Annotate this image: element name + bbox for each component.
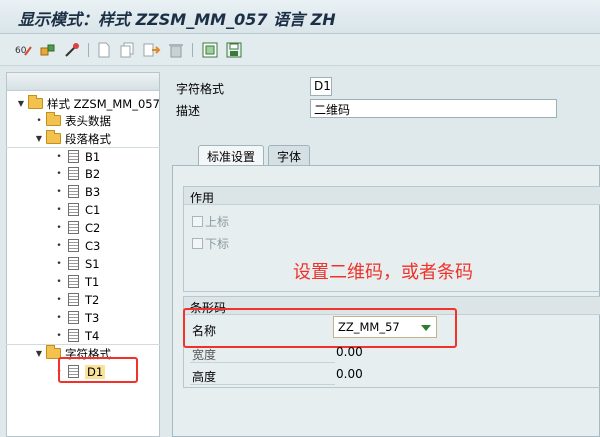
tree-header: [7, 73, 159, 91]
delete-icon[interactable]: [166, 40, 186, 60]
tree-item-paragraph[interactable]: • T4: [54, 327, 99, 344]
barcode-height-label: 高度: [192, 370, 217, 384]
application-toolbar: 60: [0, 34, 600, 66]
tree-item-label: B1: [85, 149, 101, 164]
barcode-width-label: 宽度: [192, 348, 217, 362]
transfer-icon[interactable]: [142, 40, 162, 60]
title-bar: 显示模式：样式 ZZSM_MM_057 语言 ZH: [0, 0, 600, 34]
tree-item-label: B2: [85, 166, 101, 181]
tree-item-paragraph[interactable]: • C3: [54, 237, 100, 254]
document-icon: [68, 311, 79, 324]
checkbox-icon: [192, 238, 203, 249]
char-format-field[interactable]: D1: [310, 77, 332, 96]
checkbox-icon: [192, 216, 203, 227]
desc-field[interactable]: 二维码: [310, 99, 557, 118]
tree-item-label: T3: [85, 310, 100, 325]
char-format-label: 字符格式: [176, 82, 225, 96]
frame-icon[interactable]: [200, 40, 220, 60]
highlight-box-barcode-name: [183, 308, 457, 348]
barcode-width-value: 0.00: [336, 345, 363, 359]
activate-icon[interactable]: [38, 40, 58, 60]
tree-item-label: B3: [85, 184, 101, 199]
subscript-checkbox[interactable]: 下标: [192, 235, 229, 252]
document-icon: [68, 203, 79, 216]
tree-item-paragraph[interactable]: • B1: [54, 148, 100, 165]
tree-item-paragraph[interactable]: • T2: [54, 291, 99, 308]
highlight-box-d1: [58, 357, 138, 383]
desc-label: 描述: [176, 104, 201, 118]
collapse-icon[interactable]: ▼: [34, 134, 44, 143]
wand-icon[interactable]: [62, 40, 82, 60]
tree-item-paragraph[interactable]: • S1: [54, 255, 100, 272]
tree-item-label: S1: [85, 256, 100, 271]
settings-panel: 作用 条形码: [172, 165, 600, 437]
copy-icon[interactable]: [118, 40, 138, 60]
tree-item-label: 表头数据: [65, 113, 111, 128]
folder-icon: [46, 112, 61, 126]
tree-root[interactable]: ▼ 样式 ZZSM_MM_057: [16, 95, 160, 112]
document-icon: [68, 185, 79, 198]
tree-item-paragraph[interactable]: • C1: [54, 201, 100, 218]
document-icon: [68, 329, 79, 342]
folder-icon: [28, 95, 43, 109]
tree-item-label: C1: [85, 202, 101, 217]
subscript-label: 下标: [205, 237, 230, 251]
tree-item-label: T1: [85, 274, 100, 289]
folder-icon: [46, 130, 61, 144]
tree-item-paragraph[interactable]: • T1: [54, 273, 99, 290]
tab-font[interactable]: 字体: [268, 145, 311, 165]
tree-item-paragraph[interactable]: • B3: [54, 183, 100, 200]
document-icon: [68, 150, 79, 163]
superscript-label: 上标: [205, 215, 230, 229]
save-icon[interactable]: [224, 40, 244, 60]
tree-item-paragraph-formats[interactable]: ▼ 段落格式: [34, 130, 111, 147]
display-change-icon[interactable]: 60: [14, 40, 34, 60]
tree-item-paragraph[interactable]: • T3: [54, 309, 99, 326]
usage-group-title: 作用: [184, 187, 600, 205]
document-icon: [68, 293, 79, 306]
tree-item-header-data[interactable]: • 表头数据: [34, 112, 111, 129]
superscript-checkbox[interactable]: 上标: [192, 213, 229, 230]
document-icon: [68, 239, 79, 252]
tree-item-label: T4: [85, 328, 100, 343]
collapse-icon[interactable]: ▼: [16, 99, 26, 108]
tree-item-label: T2: [85, 292, 100, 307]
document-icon: [68, 221, 79, 234]
tree-item-label: C2: [85, 220, 101, 235]
tree-item-paragraph[interactable]: • B2: [54, 165, 100, 182]
collapse-icon[interactable]: ▼: [34, 349, 44, 358]
annotation-text: 设置二维码，或者条码: [293, 262, 473, 283]
tree-root-label: 样式 ZZSM_MM_057: [47, 96, 160, 111]
tree-item-label: C3: [85, 238, 101, 253]
tree-item-paragraph[interactable]: • C2: [54, 219, 100, 236]
document-icon: [68, 275, 79, 288]
tab-standard-settings[interactable]: 标准设置: [198, 145, 265, 165]
tree-item-label: 段落格式: [65, 131, 111, 146]
new-icon[interactable]: [94, 40, 114, 60]
window-title: 显示模式：样式 ZZSM_MM_057 语言 ZH: [18, 10, 336, 29]
document-icon: [68, 257, 79, 270]
barcode-height-value: 0.00: [336, 367, 363, 381]
document-icon: [68, 167, 79, 180]
